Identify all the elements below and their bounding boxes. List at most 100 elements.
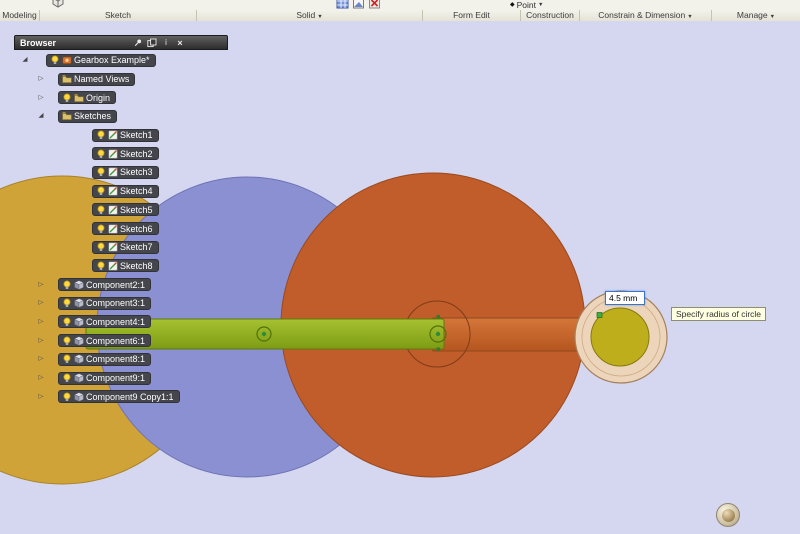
orbit-icon[interactable] <box>716 503 740 527</box>
tree-pill[interactable]: Sketch1 <box>92 128 159 142</box>
dropdown-caret-icon: ▼ <box>687 14 693 20</box>
close-icon[interactable]: × <box>174 37 186 48</box>
tree-item-component3-1[interactable]: ▷ Component3:1 <box>14 294 228 313</box>
tree-item-label: Sketches <box>74 111 112 122</box>
panel-label-text: Solid <box>296 10 316 20</box>
tree-pill[interactable]: Component2:1 <box>58 278 152 292</box>
expand-arrow-icon[interactable]: ▷ <box>36 75 46 83</box>
tree-item-origin[interactable]: ▷ Origin <box>14 88 228 107</box>
panel-label-text: Constrain & Dimension <box>598 10 686 20</box>
sheet-tool-icon[interactable] <box>352 0 365 9</box>
tree-item-component9-1[interactable]: ▷ Component9:1 <box>14 369 228 388</box>
pin-icon[interactable] <box>132 37 144 48</box>
lightbulb-icon <box>62 298 72 308</box>
tree-pill[interactable]: Sketch7 <box>92 240 159 254</box>
grid-tool-icon[interactable] <box>336 0 349 9</box>
tree-item-label: Sketch3 <box>120 167 153 178</box>
expand-arrow-icon[interactable]: ◢ <box>20 57 30 64</box>
tree-item-sketch8[interactable]: Sketch8 <box>14 257 228 276</box>
tree-pill[interactable]: Component6:1 <box>58 334 152 348</box>
tree-item-gearbox-root[interactable]: ◢ Gearbox Example* <box>14 51 228 70</box>
folder-icon <box>62 111 72 121</box>
expand-arrow-icon[interactable]: ▷ <box>36 300 46 307</box>
tree-item-label: Component2:1 <box>86 279 146 290</box>
tree-item-label: Component9:1 <box>86 373 146 384</box>
tree-pill[interactable]: Named Views <box>58 72 136 86</box>
expand-arrow-icon[interactable]: ◢ <box>36 113 46 120</box>
tree-pill[interactable]: Sketch4 <box>92 184 159 198</box>
sketch-point-top[interactable] <box>436 315 441 319</box>
panel-label-modeling[interactable]: Modeling <box>0 10 40 21</box>
tree-pill[interactable]: Sketch3 <box>92 165 159 179</box>
tree-item-sketch3[interactable]: Sketch3 <box>14 163 228 182</box>
tree-item-sketch5[interactable]: Sketch5 <box>14 201 228 220</box>
tree-pill[interactable]: Component9:1 <box>58 371 152 385</box>
tree-pill[interactable]: Sketch2 <box>92 147 159 161</box>
sketch-icon <box>108 205 118 215</box>
tree-item-label: Sketch6 <box>120 223 153 234</box>
expand-arrow-icon[interactable]: ▷ <box>36 393 46 400</box>
lightbulb-icon <box>96 242 106 252</box>
tree-pill[interactable]: Component4:1 <box>58 315 152 329</box>
lightbulb-icon <box>62 317 72 327</box>
browser-titlebar[interactable]: Browser i × <box>14 35 228 50</box>
tree-item-component6-1[interactable]: ▷ Component6:1 <box>14 331 228 350</box>
tree-item-sketch1[interactable]: Sketch1 <box>14 126 228 145</box>
tree-item-sketch4[interactable]: Sketch4 <box>14 182 228 201</box>
tree-item-sketch2[interactable]: Sketch2 <box>14 144 228 163</box>
tree-pill[interactable]: Component8:1 <box>58 352 152 366</box>
info-icon[interactable]: i <box>160 37 172 48</box>
radius-input[interactable]: 4.5 mm <box>605 291 645 305</box>
tree-item-sketches[interactable]: ◢ Sketches <box>14 107 228 126</box>
tree-pill[interactable]: Origin <box>58 91 117 105</box>
panel-label-text: Sketch <box>105 10 131 20</box>
stop-sketch-icon[interactable] <box>368 0 381 9</box>
tree-item-component4-1[interactable]: ▷ Component4:1 <box>14 313 228 332</box>
tree-item-component2-1[interactable]: ▷ Component2:1 <box>14 275 228 294</box>
panel-label-form-edit[interactable]: Form Edit <box>423 10 521 21</box>
tree-item-label: Sketch1 <box>120 130 153 141</box>
lightbulb-icon <box>96 224 106 234</box>
expand-arrow-icon[interactable]: ▷ <box>36 356 46 363</box>
dropdown-caret-icon: ▼ <box>317 14 323 20</box>
joint-point-mid[interactable] <box>261 331 267 337</box>
panel-label-constrain-dimension[interactable]: Constrain & Dimension ▼ <box>580 10 712 21</box>
panel-label-manage[interactable]: Manage ▼ <box>712 10 800 21</box>
tree-pill[interactable]: Sketches <box>58 109 118 123</box>
tree-item-component9-copy1-1[interactable]: ▷ Component9 Copy1:1 <box>14 387 228 406</box>
joint-point-end[interactable] <box>435 331 441 337</box>
assembly-icon <box>62 55 72 65</box>
expand-arrow-icon[interactable]: ▷ <box>36 281 46 288</box>
tree-pill[interactable]: Component9 Copy1:1 <box>58 390 180 404</box>
tree-pill[interactable]: Sketch8 <box>92 259 159 273</box>
radius-drag-point[interactable] <box>596 312 603 318</box>
tree-item-sketch6[interactable]: Sketch6 <box>14 219 228 238</box>
lightbulb-icon <box>96 167 106 177</box>
tree-pill[interactable]: Gearbox Example* <box>46 53 156 67</box>
component-icon <box>74 392 84 402</box>
box-tool-icon[interactable] <box>50 0 66 9</box>
tree-item-named-views[interactable]: ▷ Named Views <box>14 70 228 89</box>
tree-item-label: Sketch2 <box>120 148 153 159</box>
panel-label-construction[interactable]: Construction <box>521 10 580 21</box>
panel-label-sketch[interactable]: Sketch <box>40 10 197 21</box>
tree-pill[interactable]: Sketch6 <box>92 222 159 236</box>
expand-arrow-icon[interactable]: ▷ <box>36 374 46 382</box>
sketch-icon <box>108 242 118 252</box>
tree-item-component8-1[interactable]: ▷ Component8:1 <box>14 350 228 369</box>
tree-item-label: Sketch8 <box>120 260 153 271</box>
panel-label-solid[interactable]: Solid ▼ <box>197 10 423 21</box>
point-tool-dropdown[interactable]: ◆ Point ▼ <box>510 0 543 10</box>
tree-pill[interactable]: Component3:1 <box>58 296 152 310</box>
sketch-point-bottom[interactable] <box>436 347 441 352</box>
expand-arrow-icon[interactable]: ▷ <box>36 318 46 326</box>
sketch-icon <box>108 167 118 177</box>
tree-pill[interactable]: Sketch5 <box>92 203 159 217</box>
component-icon <box>74 317 84 327</box>
tree-item-sketch7[interactable]: Sketch7 <box>14 238 228 257</box>
panels-icon[interactable] <box>146 37 158 48</box>
expand-arrow-icon[interactable]: ▷ <box>36 337 46 344</box>
lightbulb-icon <box>62 280 72 290</box>
lightbulb-icon <box>96 186 106 196</box>
expand-arrow-icon[interactable]: ▷ <box>36 94 46 101</box>
